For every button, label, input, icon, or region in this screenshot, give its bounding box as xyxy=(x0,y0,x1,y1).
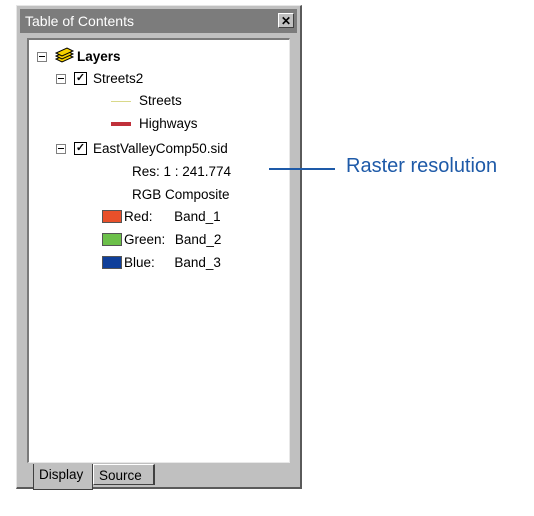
toc-tree-pane[interactable]: Layers ✓ Streets2 Streets Highways ✓ Eas… xyxy=(27,38,290,463)
streets-legend-line xyxy=(111,101,131,102)
layers-root-label[interactable]: Layers xyxy=(77,48,121,66)
legend-label-streets: Streets xyxy=(139,93,182,108)
check-icon: ✓ xyxy=(75,142,86,154)
tab-source[interactable]: Source xyxy=(93,464,155,485)
legend-label-highways: Highways xyxy=(139,116,198,131)
close-button[interactable]: ✕ xyxy=(278,13,294,28)
layer-name-eastvalley[interactable]: EastValleyComp50.sid xyxy=(93,140,228,158)
highways-legend-line xyxy=(111,122,131,126)
collapse-layers-toggle[interactable] xyxy=(37,52,47,62)
title-bar[interactable]: Table of Contents ✕ xyxy=(20,9,297,33)
band-blue-label: Blue: xyxy=(124,255,155,270)
layer-name-streets2[interactable]: Streets2 xyxy=(93,70,143,88)
band-green-label: Green: xyxy=(124,232,166,247)
band-blue: Blue: Band_3 xyxy=(124,254,221,272)
toc-window: Table of Contents ✕ Layers ✓ Streets2 St… xyxy=(16,5,302,490)
green-band-swatch[interactable] xyxy=(102,233,122,246)
tab-display[interactable]: Display xyxy=(33,464,93,490)
band-green: Green: Band_2 xyxy=(124,231,221,249)
rgb-composite-label: RGB Composite xyxy=(132,187,230,202)
band-red-label: Red: xyxy=(124,209,153,224)
band-red: Red: Band_1 xyxy=(124,208,221,226)
callout-leader-line xyxy=(269,168,335,170)
window-title: Table of Contents xyxy=(25,13,134,29)
close-icon: ✕ xyxy=(280,14,292,28)
eastvalley-visibility-checkbox[interactable]: ✓ xyxy=(74,142,87,155)
blue-band-swatch[interactable] xyxy=(102,256,122,269)
collapse-eastvalley-toggle[interactable] xyxy=(56,144,66,154)
check-icon: ✓ xyxy=(75,72,86,84)
band-green-value: Band_2 xyxy=(174,232,222,247)
layers-icon xyxy=(53,47,75,70)
raster-resolution-value: Res: 1 : 241.774 xyxy=(132,164,232,179)
red-band-swatch[interactable] xyxy=(102,210,122,223)
band-blue-value: Band_3 xyxy=(174,255,221,270)
collapse-streets2-toggle[interactable] xyxy=(56,74,66,84)
callout-raster-resolution: Raster resolution xyxy=(346,155,498,177)
band-red-value: Band_1 xyxy=(174,209,221,224)
streets2-visibility-checkbox[interactable]: ✓ xyxy=(74,72,87,85)
